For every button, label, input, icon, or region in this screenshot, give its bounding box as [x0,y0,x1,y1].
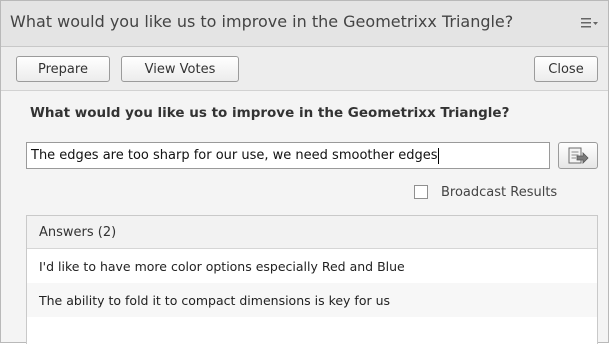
broadcast-results-option[interactable]: Broadcast Results [414,183,557,201]
toolbar: Prepare View Votes Close [1,47,608,91]
text-caret [438,147,440,164]
broadcast-results-checkbox[interactable] [414,185,428,199]
answers-header: Answers (2) [27,216,597,249]
prepare-button[interactable]: Prepare [16,56,110,82]
title-bar: What would you like us to improve in the… [1,1,608,47]
view-votes-button[interactable]: View Votes [121,56,239,82]
submit-answer-icon [568,147,589,164]
submit-answer-button[interactable] [558,142,598,169]
qa-pod-panel: What would you like us to improve in the… [0,0,609,344]
answer-item[interactable]: The ability to fold it to compact dimens… [27,283,597,317]
close-button[interactable]: Close [534,56,598,82]
pod-title: What would you like us to improve in the… [10,12,514,31]
question-text: What would you like us to improve in the… [30,105,510,121]
list-menu-icon[interactable] [581,15,599,31]
answer-item[interactable]: I'd like to have more color options espe… [27,249,597,283]
answers-list: Answers (2) I'd like to have more color … [26,215,598,344]
broadcast-results-label: Broadcast Results [441,184,558,200]
answer-input-value: The edges are too sharp for our use, we … [31,148,438,163]
answer-input[interactable]: The edges are too sharp for our use, we … [26,142,550,169]
